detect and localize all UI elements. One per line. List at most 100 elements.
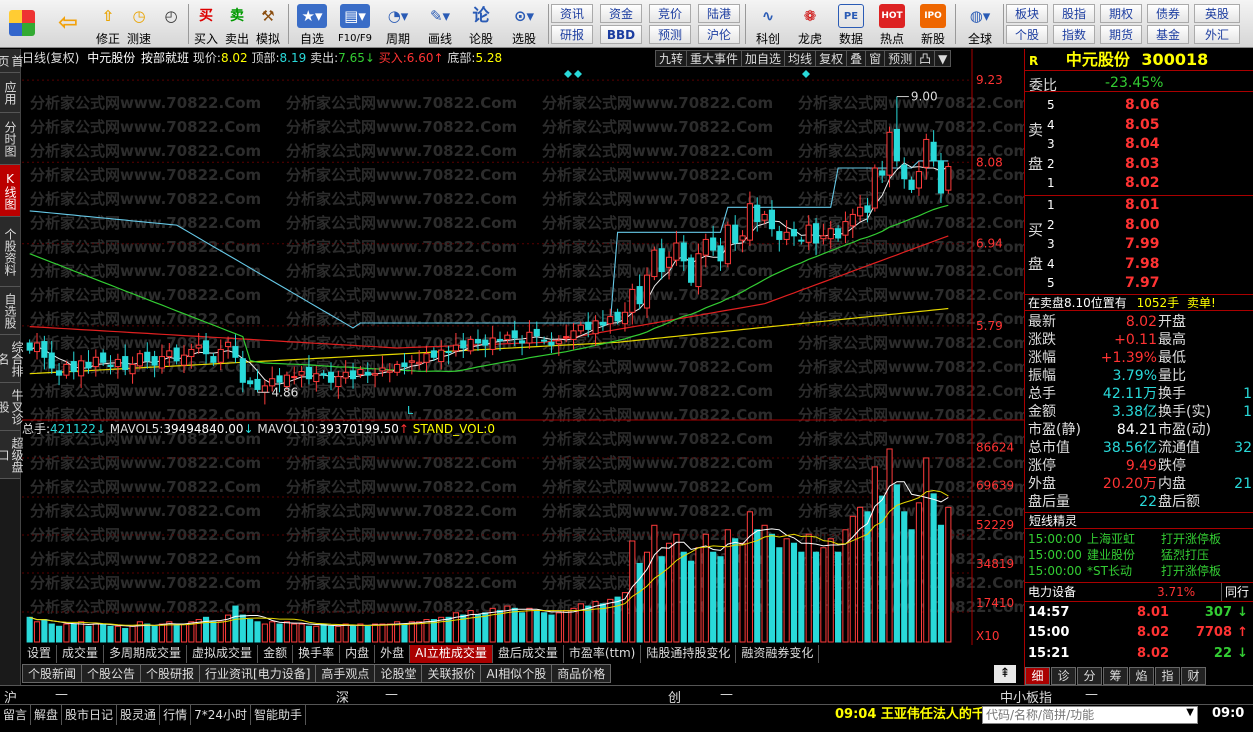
bid-row[interactable]: 3 7.99 — [1025, 236, 1253, 252]
search-dropdown-icon[interactable]: ▼ — [1186, 707, 1194, 718]
indicator-tab-3[interactable]: 虚拟成交量 — [187, 645, 259, 663]
quote-tab-0[interactable]: 细 — [1025, 667, 1050, 685]
quote-tab-6[interactable]: 财 — [1181, 667, 1206, 685]
info-tab-1[interactable]: 个股公告 — [81, 664, 142, 683]
short-time: 15:00:00 — [1028, 548, 1082, 562]
ask-price: 8.03 — [1125, 155, 1160, 172]
indicator-tab-6[interactable]: 内盘 — [340, 645, 376, 663]
options-button[interactable]: 期权 — [1100, 4, 1142, 23]
buy-value: 6.60 — [406, 51, 434, 65]
candle-body — [180, 354, 188, 366]
stock-index-button[interactable]: 股指 — [1053, 4, 1095, 23]
indicator-tab-2[interactable]: 多周期成交量 — [104, 645, 188, 663]
kline-chart[interactable]: 分析家公式网www.70822.Com 分析家公式网www.70822.Com 分析… — [0, 0, 1024, 645]
indicator-tab-8[interactable]: AI立桩成交量 — [410, 645, 493, 663]
candle-body — [327, 371, 335, 383]
sector-row: 电力设备 3.71% 同行 — [1025, 582, 1253, 601]
watermark-text: 分析家公式网www.70822.Com — [30, 310, 261, 328]
indicator-tab-7[interactable]: 外盘 — [375, 645, 411, 663]
volume-bar — [144, 623, 151, 643]
quote-tab-3[interactable]: 筹 — [1103, 667, 1128, 685]
expand-arrow-icon[interactable]: ⇞ — [994, 665, 1016, 683]
short-spirit-title[interactable]: 短线精灵 — [1025, 512, 1253, 529]
status-item-1[interactable]: 解盘 — [31, 705, 63, 725]
candle-body — [394, 363, 401, 373]
ask-row[interactable]: 5 8.06 — [1025, 97, 1253, 113]
chart-tool-6[interactable]: 窗 — [865, 50, 886, 67]
quote-tab-5[interactable]: 指 — [1155, 667, 1180, 685]
short-event: 猛烈打压 — [1161, 548, 1210, 562]
indicator-tab-9[interactable]: 盘后成交量 — [493, 645, 564, 663]
sector-change: 3.71% — [1157, 585, 1196, 599]
chart-tool-7[interactable]: 预测 — [884, 50, 917, 67]
volume-bar — [511, 607, 518, 643]
chart-tool-0[interactable]: 九转 — [655, 50, 688, 67]
status-item-6[interactable]: 智能助手 — [251, 705, 306, 725]
volume-bar — [658, 556, 665, 643]
forex-button[interactable]: 外汇 — [1194, 25, 1240, 44]
quote-tab-4[interactable]: 焰 — [1129, 667, 1154, 685]
info-tab-3[interactable]: 行业资讯[电力设备] — [199, 664, 317, 683]
info-tab-2[interactable]: 个股研报 — [140, 664, 201, 683]
ask-row[interactable]: 2 8.03 — [1025, 156, 1253, 172]
uk-stock-button[interactable]: 英股 — [1194, 4, 1240, 23]
watermark-text: 分析家公式网www.70822.Com — [30, 502, 261, 520]
info-tab-8[interactable]: 商品价格 — [551, 664, 612, 683]
short-spirit-item[interactable]: 15:00:00 上海亚虹 打开涨停板 — [1025, 531, 1253, 547]
quote-tab-2[interactable]: 分 — [1077, 667, 1102, 685]
quote-value: 84.21 — [1116, 422, 1157, 438]
quote-label: 外盘 — [1028, 476, 1056, 492]
index-button[interactable]: 指数 — [1053, 25, 1095, 44]
info-tab-4[interactable]: 高手观点 — [315, 664, 376, 683]
indicator-tab-0[interactable]: 设置 — [22, 645, 58, 663]
indicator-tab-1[interactable]: 成交量 — [57, 645, 105, 663]
buy-side-label-2: 盘 — [1028, 255, 1044, 273]
short-spirit-item[interactable]: 15:00:00 *ST长动 打开涨停板 — [1025, 563, 1253, 579]
status-item-5[interactable]: 7*24小时 — [191, 705, 251, 725]
short-spirit-item[interactable]: 15:00:00 建业股份 猛烈打压 — [1025, 547, 1253, 563]
info-tab-0[interactable]: 个股新闻 — [22, 664, 83, 683]
volume-bar — [805, 533, 812, 643]
info-tab-6[interactable]: 关联报价 — [421, 664, 482, 683]
chart-tool-4[interactable]: 复权 — [815, 50, 848, 67]
candle-body — [408, 360, 415, 363]
bid-row[interactable]: 2 8.00 — [1025, 217, 1253, 233]
info-tab-7[interactable]: AI相似个股 — [480, 664, 553, 683]
ask-row[interactable]: 4 8.05 — [1025, 117, 1253, 133]
funds2-button[interactable]: 基金 — [1147, 25, 1189, 44]
search-input[interactable] — [983, 707, 1173, 723]
volume-bar — [122, 628, 129, 643]
ask-row[interactable]: 1 8.02 — [1025, 175, 1253, 191]
ask-row[interactable]: 3 8.04 — [1025, 136, 1253, 152]
bid-row[interactable]: 1 8.01 — [1025, 197, 1253, 213]
quote-tab-1[interactable]: 诊 — [1051, 667, 1076, 685]
sector-more-button[interactable]: 同行 — [1221, 583, 1249, 601]
search-box[interactable]: ▼ — [982, 706, 1198, 724]
indicator-tab-11[interactable]: 陆股通持股变化 — [641, 645, 737, 663]
chart-tool-5[interactable]: 叠 — [846, 50, 867, 67]
status-item-3[interactable]: 股灵通 — [117, 705, 161, 725]
news-ticker[interactable]: 09:04 王亚伟任法人的千 — [835, 705, 985, 725]
candle-body — [915, 171, 923, 189]
chart-tool-2[interactable]: 加自选 — [741, 50, 786, 67]
chart-tool-8[interactable]: 凸 — [915, 50, 936, 67]
candle-body — [717, 245, 724, 262]
indicator-tab-5[interactable]: 换手率 — [293, 645, 341, 663]
bid-row[interactable]: 5 7.97 — [1025, 275, 1253, 291]
chart-tool-9[interactable]: ▼ — [934, 50, 952, 67]
indicator-tab-12[interactable]: 融资融券变化 — [736, 645, 820, 663]
futures-button[interactable]: 期货 — [1100, 25, 1142, 44]
watermark-text: 分析家公式网www.70822.Com — [542, 406, 773, 424]
volume-bar — [173, 623, 180, 643]
bid-row[interactable]: 4 7.98 — [1025, 256, 1253, 272]
indicator-tab-10[interactable]: 市盈率(ttm) — [564, 645, 642, 663]
bonds-button[interactable]: 债券 — [1147, 4, 1189, 23]
indicator-tab-4[interactable]: 金额 — [258, 645, 294, 663]
status-item-4[interactable]: 行情 — [160, 705, 192, 725]
ask-price: 8.05 — [1125, 116, 1160, 133]
status-item-2[interactable]: 股市日记 — [62, 705, 118, 725]
chart-tool-1[interactable]: 重大事件 — [686, 50, 743, 67]
status-item-0[interactable]: 留言 — [0, 705, 32, 725]
chart-tool-3[interactable]: 均线 — [784, 50, 817, 67]
info-tab-5[interactable]: 论股堂 — [374, 664, 423, 683]
